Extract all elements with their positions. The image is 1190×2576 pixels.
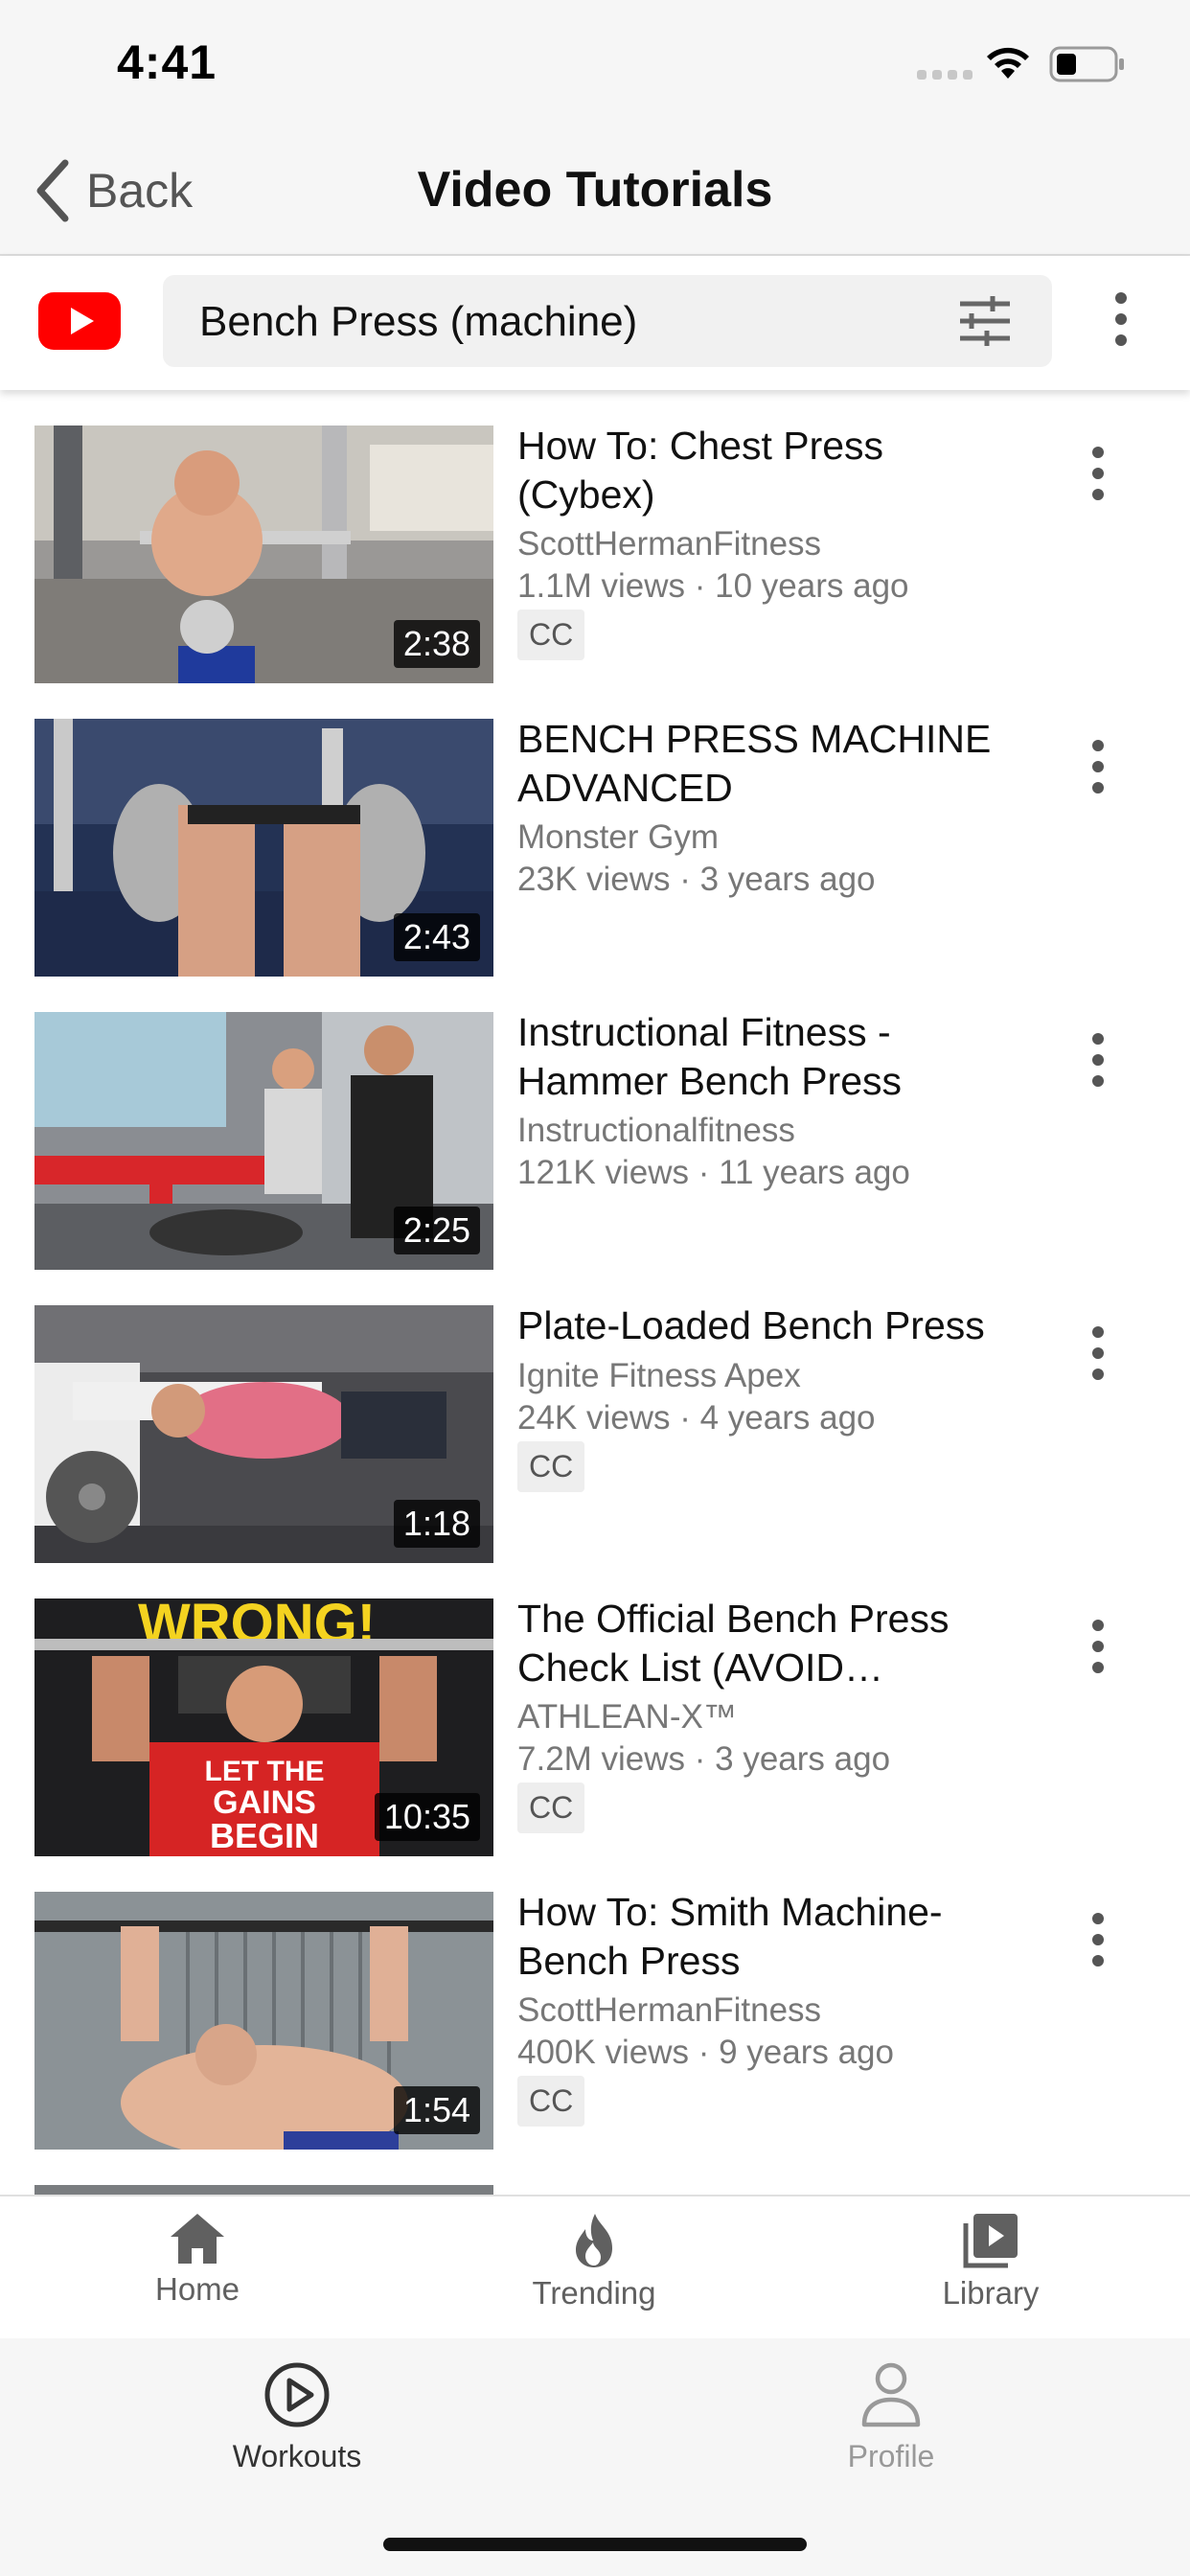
tab-label: Profile (847, 2439, 935, 2473)
video-duration: 2:38 (393, 620, 480, 668)
video-result-item-partial[interactable] (0, 2152, 1190, 2195)
video-title[interactable]: How To: Smith Machine-Bench Press (517, 1888, 1016, 1986)
tab-label: Library (942, 2275, 1040, 2311)
search-query-text: Bench Press (machine) (199, 298, 638, 345)
more-vertical-icon[interactable] (1088, 1620, 1108, 1673)
video-result-item[interactable]: 1:18 Plate-Loaded Bench Press Ignite Fit… (0, 1273, 1190, 1563)
video-meta: 7.2M views · 3 years ago (517, 1740, 891, 1778)
video-thumbnail[interactable]: 2:25 (34, 1012, 493, 1270)
video-results-list[interactable]: 2:38 How To: Chest Press (Cybex) ScottHe… (0, 393, 1190, 2195)
video-meta: 1.1M views · 10 years ago (517, 567, 909, 605)
more-vertical-icon[interactable] (1111, 292, 1131, 346)
video-result-item[interactable]: 1:54 How To: Smith Machine-Bench Press S… (0, 1859, 1190, 2150)
tab-label: Trending (532, 2275, 656, 2311)
navigation-bar: Back Video Tutorials (0, 134, 1190, 256)
person-icon (861, 2362, 921, 2427)
home-indicator[interactable] (383, 2538, 807, 2551)
video-meta: 23K views · 3 years ago (517, 861, 876, 898)
video-channel[interactable]: ScottHermanFitness (517, 1991, 821, 2030)
video-channel[interactable]: Monster Gym (517, 818, 719, 857)
battery-icon (1049, 46, 1124, 82)
tab-trending[interactable]: Trending (479, 2212, 709, 2327)
cc-badge: CC (517, 2076, 585, 2127)
video-duration: 2:25 (393, 1207, 480, 1254)
thumbnail-shirt-text: BEGIN (210, 1816, 319, 1855)
video-thumbnail[interactable]: 2:38 (34, 426, 493, 683)
video-thumbnail[interactable] (34, 2185, 493, 2195)
home-icon (171, 2214, 224, 2264)
tab-profile[interactable]: Profile (767, 2361, 1016, 2474)
library-icon (963, 2214, 1018, 2268)
tab-workouts[interactable]: Workouts (172, 2361, 422, 2474)
video-thumbnail[interactable]: 1:18 (34, 1305, 493, 1563)
tab-label: Home (154, 2271, 240, 2307)
more-vertical-icon[interactable] (1088, 1913, 1108, 1966)
youtube-tab-bar: Home Trending Library (0, 2195, 1190, 2340)
more-vertical-icon[interactable] (1088, 740, 1108, 794)
video-thumbnail[interactable]: WRONG! LET THE GAINS BEGIN 10:35 (34, 1598, 493, 1856)
back-label: Back (86, 164, 194, 218)
search-input[interactable]: Bench Press (machine) (163, 275, 1052, 367)
more-vertical-icon[interactable] (1088, 447, 1108, 500)
youtube-logo-icon[interactable] (38, 292, 121, 350)
video-meta: 121K views · 11 years ago (517, 1154, 910, 1191)
video-meta: 400K views · 9 years ago (517, 2034, 894, 2071)
cc-badge: CC (517, 1441, 585, 1492)
app-tab-bar: Workouts Profile (0, 2338, 1190, 2576)
thumbnail-shirt-text: LET THE (205, 1756, 325, 1787)
more-vertical-icon[interactable] (1088, 1033, 1108, 1087)
video-title[interactable]: How To: Chest Press (Cybex) (517, 422, 1016, 519)
video-channel[interactable]: ATHLEAN-X™ (517, 1698, 737, 1736)
video-duration: 1:18 (393, 1500, 480, 1548)
more-vertical-icon[interactable] (1088, 1326, 1108, 1380)
video-result-item[interactable]: 2:38 How To: Chest Press (Cybex) ScottHe… (0, 393, 1190, 683)
video-thumbnail[interactable]: 2:43 (34, 719, 493, 977)
video-title[interactable]: Instructional Fitness - Hammer Bench Pre… (517, 1008, 1016, 1106)
filter-icon[interactable] (958, 296, 1012, 346)
video-thumbnail[interactable]: 1:54 (34, 1892, 493, 2150)
thumbnail-image (34, 2185, 493, 2195)
video-result-item[interactable]: 2:25 Instructional Fitness - Hammer Benc… (0, 979, 1190, 1270)
video-result-item[interactable]: WRONG! LET THE GAINS BEGIN 10:35 The Off… (0, 1566, 1190, 1856)
video-channel[interactable]: ScottHermanFitness (517, 525, 821, 564)
cc-badge: CC (517, 610, 585, 660)
tab-label: Workouts (232, 2439, 362, 2473)
video-title[interactable]: The Official Bench Press Check List (AVO… (517, 1595, 1016, 1692)
tab-library[interactable]: Library (876, 2212, 1106, 2327)
video-meta: 24K views · 4 years ago (517, 1399, 876, 1437)
back-button[interactable]: Back (34, 157, 193, 224)
video-title[interactable]: BENCH PRESS MACHINE ADVANCED (517, 715, 1016, 813)
tab-home[interactable]: Home (82, 2212, 312, 2327)
video-duration: 10:35 (374, 1793, 480, 1841)
chevron-left-icon (36, 159, 69, 222)
search-header: Bench Press (machine) (0, 256, 1190, 390)
cellular-signal-icon (917, 70, 973, 80)
video-duration: 2:43 (393, 913, 480, 961)
status-bar: 4:41 (0, 0, 1190, 134)
video-channel[interactable]: Instructionalfitness (517, 1112, 795, 1150)
status-time: 4:41 (117, 35, 217, 89)
wifi-icon (987, 47, 1029, 79)
video-title[interactable]: Plate-Loaded Bench Press (517, 1301, 1016, 1350)
video-channel[interactable]: Ignite Fitness Apex (517, 1357, 801, 1395)
video-duration: 1:54 (393, 2086, 480, 2134)
flame-icon (576, 2214, 612, 2267)
video-result-item[interactable]: 2:43 BENCH PRESS MACHINE ADVANCED Monste… (0, 686, 1190, 977)
cc-badge: CC (517, 1782, 585, 1833)
play-circle-icon (264, 2362, 330, 2427)
